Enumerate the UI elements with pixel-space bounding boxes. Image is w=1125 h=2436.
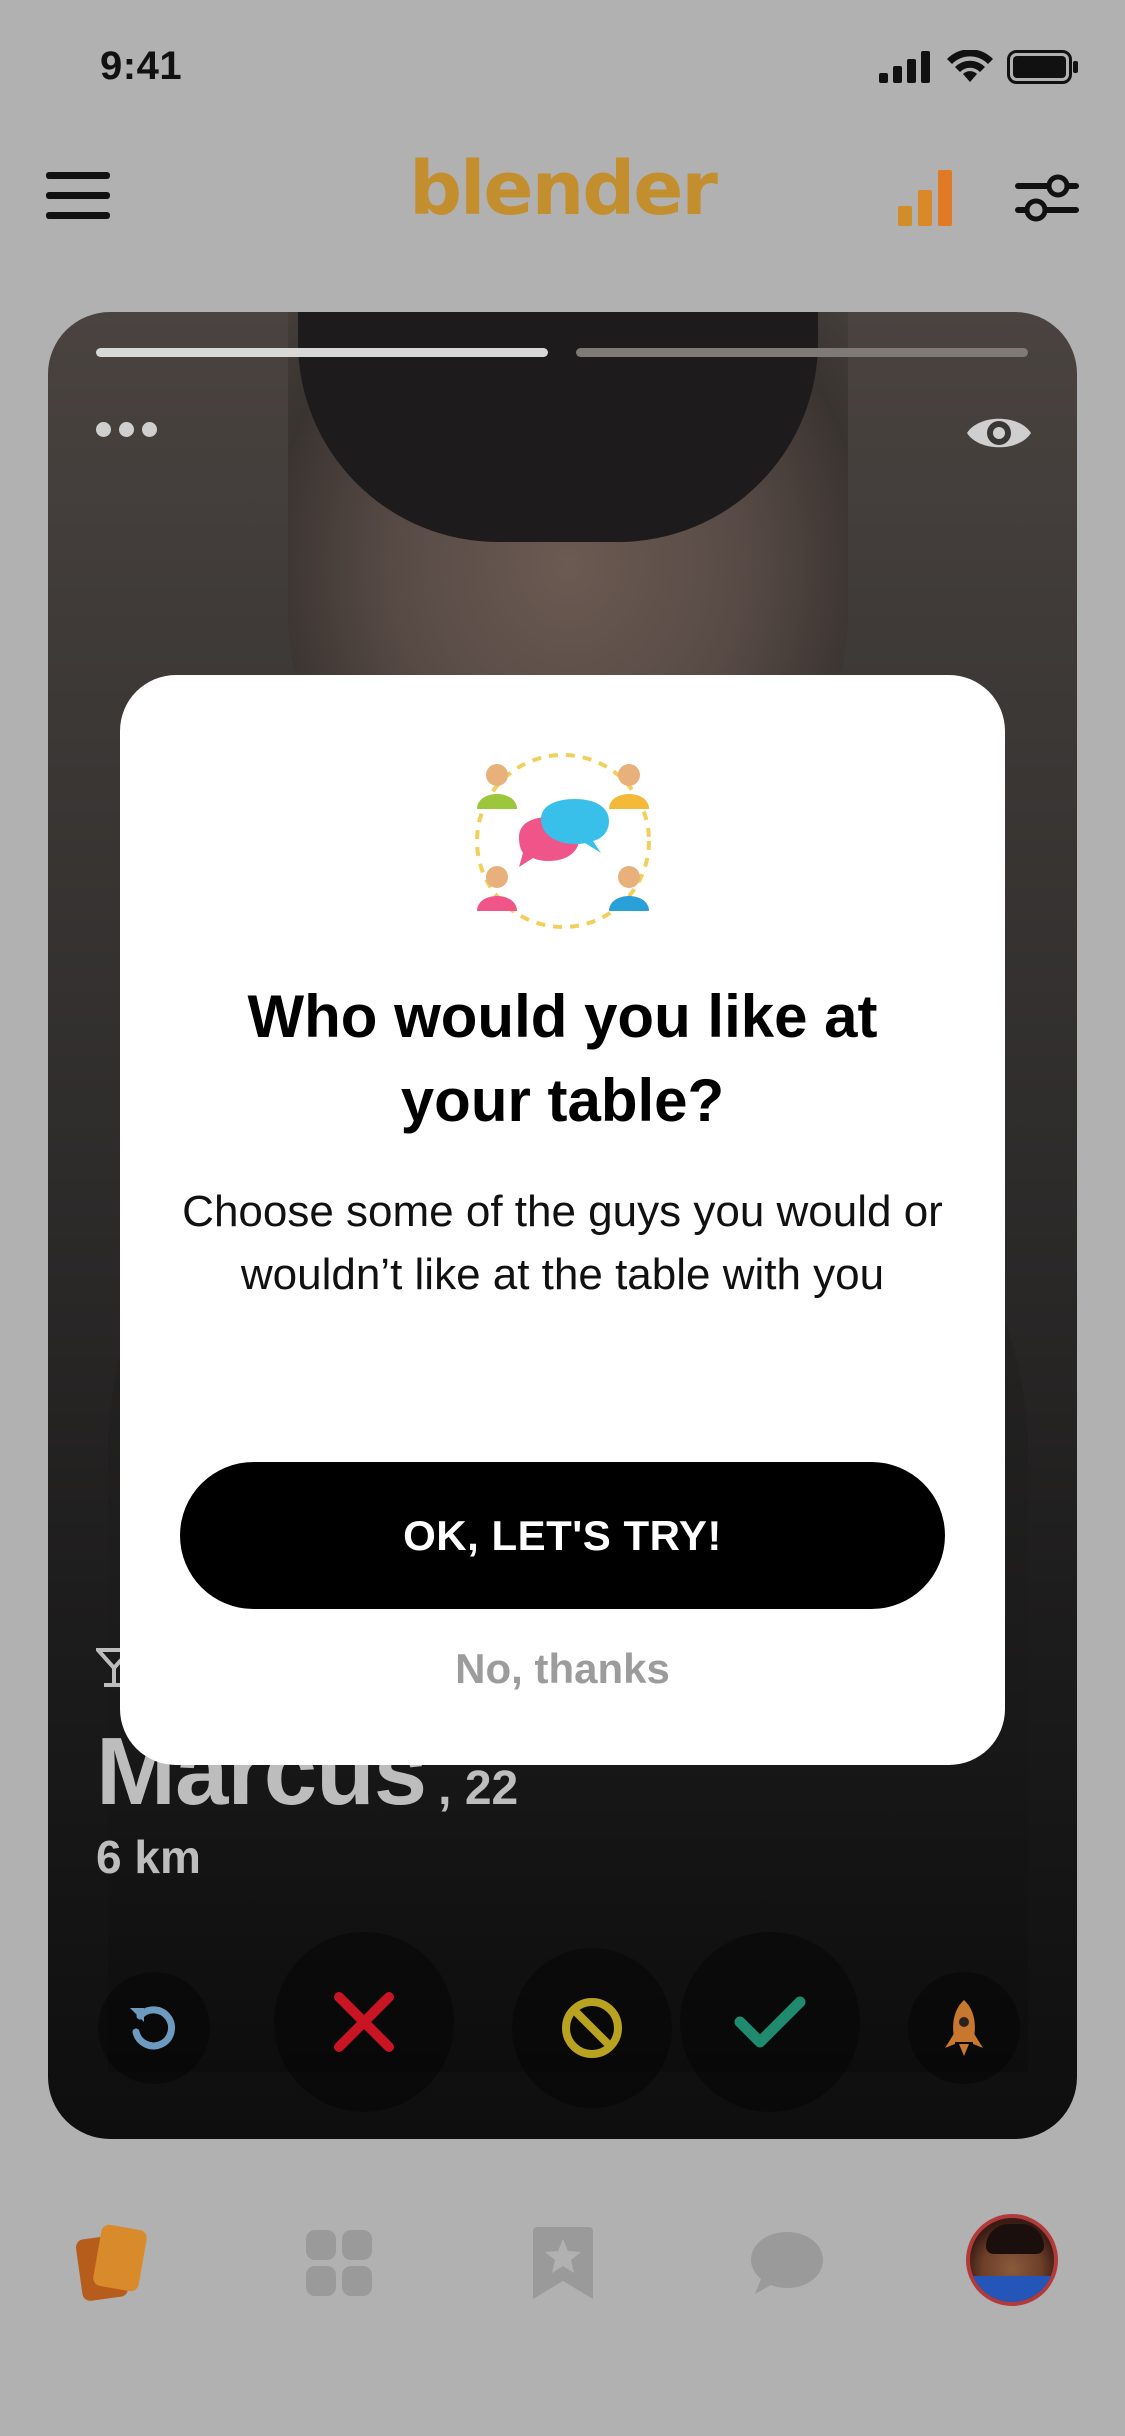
undo-button[interactable] [98,1972,210,2084]
filter-sliders-icon[interactable] [1014,172,1080,224]
cards-icon [75,2224,147,2301]
like-button[interactable] [680,1932,860,2112]
modal-title: Who would you like at your table? [247,983,878,1134]
nope-button[interactable] [274,1932,454,2112]
wifi-icon [947,50,993,82]
app-logo: blender [409,146,718,232]
tab-chat[interactable] [742,2218,832,2308]
tab-grid[interactable] [294,2218,384,2308]
undo-icon [130,2006,175,2050]
table-preference-modal: Who would you like at your table? Choose… [120,675,1005,1765]
boost-button[interactable] [908,1972,1020,2084]
grid-icon [306,2230,372,2296]
battery-icon [1007,50,1078,84]
cellular-signal-icon [879,51,930,83]
photo-progress-inactive [576,348,1028,357]
group-chat-icon [474,753,651,929]
profile-age: , 22 [438,1762,519,1815]
no-thanks-link[interactable]: No, thanks [120,1645,1005,1693]
photo-progress-active [96,348,548,357]
profile-distance: 6 km [96,1831,201,1883]
tab-cards[interactable] [68,2218,158,2308]
block-icon [562,1998,622,2058]
close-icon [334,1992,394,2052]
modal-description: Choose some of the guys you would or wou… [182,1187,943,1299]
ok-lets-try-button[interactable]: OK, LET'S TRY! [180,1462,945,1609]
star-bookmark-icon [533,2227,593,2299]
rocket-icon [945,2000,983,2056]
profile-avatar[interactable] [966,2214,1058,2306]
stats-bars-icon[interactable] [896,168,956,228]
tab-favorites[interactable] [518,2218,608,2308]
eye-icon[interactable] [965,408,1033,458]
status-time: 9:41 [100,44,183,88]
block-button[interactable] [512,1948,672,2108]
status-icons [879,50,1079,84]
more-options-icon[interactable] [96,422,157,437]
check-icon [734,1996,806,2048]
chat-bubble-icon [751,2232,823,2294]
